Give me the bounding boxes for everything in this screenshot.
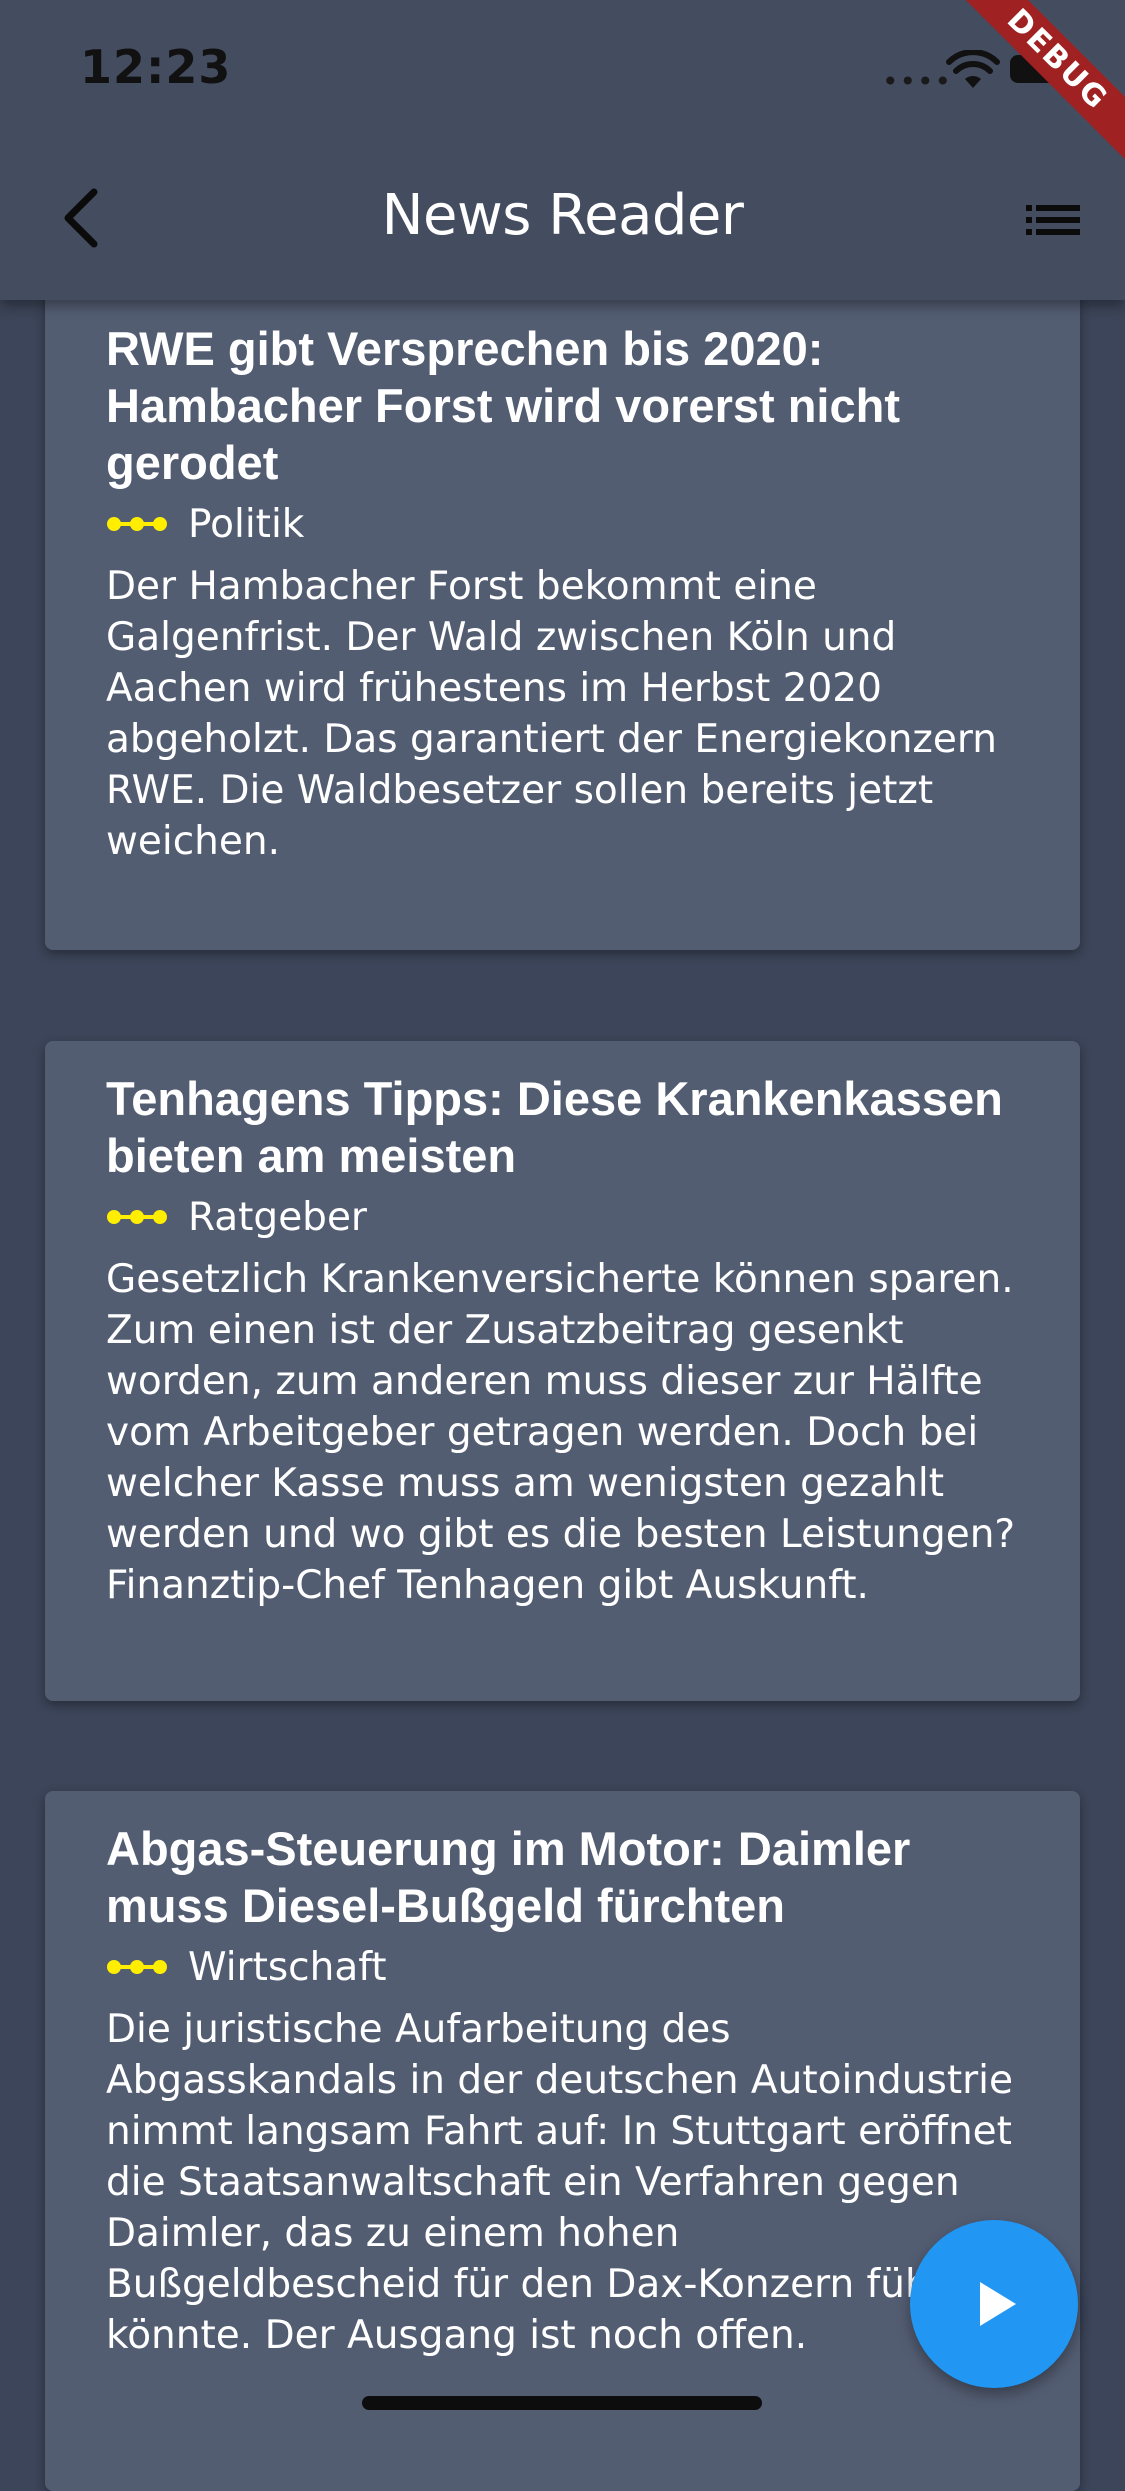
play-button[interactable] — [910, 2220, 1078, 2388]
article-category: Wirtschaft — [188, 1944, 387, 1990]
dots-icon — [107, 517, 167, 531]
home-indicator[interactable] — [362, 2396, 762, 2410]
list-icon — [1026, 205, 1080, 235]
status-time: 12:23 — [80, 40, 232, 94]
menu-button[interactable] — [1020, 195, 1086, 245]
article-category: Ratgeber — [188, 1194, 367, 1240]
dots-icon — [107, 1210, 167, 1224]
play-icon — [980, 2282, 1016, 2326]
article-summary: Gesetzlich Krankenversicherte können spa… — [106, 1257, 1016, 1608]
article-title: RWE gibt Versprechen bis 2020: Hambacher… — [106, 322, 900, 489]
article-category: Politik — [188, 501, 305, 547]
article-summary: Die juristische Aufarbeitung des Abgassk… — [106, 2007, 1013, 2358]
article-meta: Politik — [106, 493, 1020, 555]
article-list[interactable]: RWE gibt Versprechen bis 2020: Hambacher… — [0, 0, 1125, 2491]
article-meta: Wirtschaft — [106, 1936, 1020, 1998]
article-summary: Der Hambacher Forst bekommt eine Galgenf… — [106, 564, 997, 864]
article-card[interactable]: Tenhagens Tipps: Diese Krankenkassen bie… — [45, 1041, 1080, 1701]
debug-banner: DEBUG — [925, 0, 1125, 200]
article-card[interactable]: Abgas-Steuerung im Motor: Daimler muss D… — [45, 1791, 1080, 2491]
dots-icon — [107, 1960, 167, 1974]
article-title: Tenhagens Tipps: Diese Krankenkassen bie… — [106, 1072, 1003, 1182]
debug-label: DEBUG — [942, 0, 1125, 175]
article-title: Abgas-Steuerung im Motor: Daimler muss D… — [106, 1822, 911, 1932]
article-card[interactable]: RWE gibt Versprechen bis 2020: Hambacher… — [45, 240, 1080, 950]
article-meta: Ratgeber — [106, 1186, 1020, 1248]
